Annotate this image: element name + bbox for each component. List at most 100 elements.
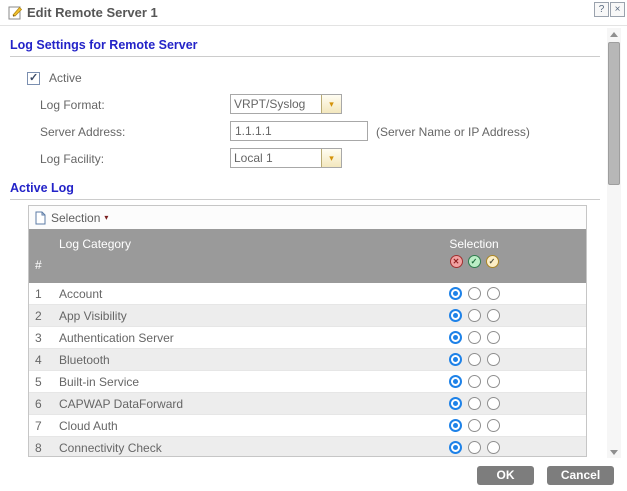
server-address-hint: (Server Name or IP Address) bbox=[376, 125, 530, 139]
log-category-label: Built-in Service bbox=[59, 374, 140, 389]
table-row: 4 Bluetooth bbox=[29, 349, 586, 371]
selection-radio-alert[interactable] bbox=[486, 441, 500, 454]
selection-radio-disable[interactable] bbox=[448, 441, 462, 454]
table-row: 2 App Visibility bbox=[29, 305, 586, 327]
selection-radio-group bbox=[414, 331, 534, 344]
divider bbox=[10, 56, 600, 57]
selection-radio-disable[interactable] bbox=[448, 287, 462, 300]
scroll-down-icon[interactable] bbox=[607, 446, 621, 458]
selection-radio-group bbox=[414, 287, 534, 300]
edit-pencil-icon bbox=[8, 6, 23, 20]
ok-button[interactable]: OK bbox=[477, 466, 534, 485]
selection-radio-enable[interactable] bbox=[467, 287, 481, 300]
table-toolbar: Selection ▾ bbox=[29, 206, 586, 229]
chevron-down-icon[interactable]: ▾ bbox=[321, 95, 341, 113]
selection-radio-alert[interactable] bbox=[486, 309, 500, 322]
log-format-value: VRPT/Syslog bbox=[234, 97, 306, 111]
column-header-selection: Selection bbox=[449, 237, 499, 251]
selection-radio-alert[interactable] bbox=[486, 375, 500, 388]
column-header-number: # bbox=[35, 258, 42, 272]
caret-down-icon[interactable]: ▾ bbox=[104, 213, 108, 222]
log-category-label: Bluetooth bbox=[59, 352, 110, 367]
selection-radio-disable[interactable] bbox=[448, 419, 462, 432]
red-cross-disable-icon[interactable]: ✕ bbox=[449, 255, 463, 268]
table-row: 8 Connectivity Check bbox=[29, 437, 586, 456]
active-label: Active bbox=[49, 71, 82, 85]
log-facility-select[interactable]: Local 1 ▾ bbox=[230, 148, 342, 168]
selection-radio-enable[interactable] bbox=[467, 353, 481, 366]
log-category-label: CAPWAP DataForward bbox=[59, 396, 184, 411]
active-log-heading: Active Log bbox=[10, 181, 74, 195]
checkmark-icon: ✓ bbox=[29, 71, 39, 84]
log-facility-label: Log Facility: bbox=[40, 152, 105, 166]
selection-radio-group bbox=[414, 375, 534, 388]
selection-radio-alert[interactable] bbox=[486, 353, 500, 366]
row-number: 5 bbox=[35, 374, 42, 389]
log-category-label: Connectivity Check bbox=[59, 440, 162, 455]
dialog-titlebar: Edit Remote Server 1 ? × bbox=[0, 0, 627, 26]
selection-radio-disable[interactable] bbox=[448, 397, 462, 410]
selection-radio-group bbox=[414, 419, 534, 432]
document-icon bbox=[35, 211, 46, 224]
selection-radio-disable[interactable] bbox=[448, 309, 462, 322]
log-facility-value: Local 1 bbox=[234, 151, 273, 165]
green-check-enable-icon[interactable]: ✓ bbox=[467, 255, 481, 268]
selection-radio-enable[interactable] bbox=[467, 441, 481, 454]
table-header: Log Category # Selection ✕ ✓ ✓ bbox=[29, 229, 586, 283]
selection-radio-enable[interactable] bbox=[467, 397, 481, 410]
log-format-label: Log Format: bbox=[40, 98, 105, 112]
column-header-category: Log Category bbox=[59, 237, 132, 251]
selection-radio-group bbox=[414, 309, 534, 322]
server-address-input[interactable] bbox=[230, 121, 368, 141]
selection-radio-group bbox=[414, 353, 534, 366]
chevron-down-icon[interactable]: ▾ bbox=[321, 149, 341, 167]
log-category-label: Account bbox=[59, 286, 103, 301]
log-category-rows: 1 Account 2 App Visibility 3 Authenticat… bbox=[29, 283, 586, 456]
selection-menu-button[interactable]: Selection bbox=[51, 211, 100, 225]
selection-radio-group bbox=[414, 441, 534, 454]
active-log-table-panel: Selection ▾ Log Category # Selection ✕ ✓… bbox=[28, 205, 587, 457]
scrollbar-thumb[interactable] bbox=[608, 42, 620, 185]
scroll-up-icon[interactable] bbox=[607, 28, 621, 40]
row-number: 1 bbox=[35, 286, 42, 301]
selection-header-icons: ✕ ✓ ✓ bbox=[414, 255, 534, 268]
row-number: 4 bbox=[35, 352, 42, 367]
yellow-check-alert-icon[interactable]: ✓ bbox=[485, 255, 499, 268]
selection-radio-alert[interactable] bbox=[486, 419, 500, 432]
log-format-select[interactable]: VRPT/Syslog ▾ bbox=[230, 94, 342, 114]
table-row: 3 Authentication Server bbox=[29, 327, 586, 349]
server-address-label: Server Address: bbox=[40, 125, 126, 139]
table-row: 6 CAPWAP DataForward bbox=[29, 393, 586, 415]
log-category-label: App Visibility bbox=[59, 308, 127, 323]
help-button[interactable]: ? bbox=[594, 2, 609, 17]
selection-radio-disable[interactable] bbox=[448, 331, 462, 344]
selection-radio-enable[interactable] bbox=[467, 419, 481, 432]
selection-radio-enable[interactable] bbox=[467, 309, 481, 322]
divider bbox=[10, 199, 600, 200]
selection-radio-disable[interactable] bbox=[448, 375, 462, 388]
row-number: 8 bbox=[35, 440, 42, 455]
log-settings-heading: Log Settings for Remote Server bbox=[10, 38, 198, 52]
row-number: 2 bbox=[35, 308, 42, 323]
active-checkbox-row: ✓ Active bbox=[27, 71, 82, 85]
active-checkbox[interactable]: ✓ bbox=[27, 71, 40, 85]
table-row: 5 Built-in Service bbox=[29, 371, 586, 393]
row-number: 7 bbox=[35, 418, 42, 433]
log-category-label: Cloud Auth bbox=[59, 418, 118, 433]
vertical-scrollbar[interactable] bbox=[607, 28, 621, 458]
selection-radio-disable[interactable] bbox=[448, 353, 462, 366]
table-row: 7 Cloud Auth bbox=[29, 415, 586, 437]
close-icon[interactable]: × bbox=[610, 2, 625, 17]
table-row: 1 Account bbox=[29, 283, 586, 305]
row-number: 3 bbox=[35, 330, 42, 345]
dialog-title: Edit Remote Server 1 bbox=[27, 5, 158, 20]
selection-radio-alert[interactable] bbox=[486, 397, 500, 410]
edit-remote-server-dialog: Edit Remote Server 1 ? × Log Settings fo… bbox=[0, 0, 627, 491]
selection-radio-enable[interactable] bbox=[467, 331, 481, 344]
log-category-label: Authentication Server bbox=[59, 330, 174, 345]
selection-radio-alert[interactable] bbox=[486, 287, 500, 300]
row-number: 6 bbox=[35, 396, 42, 411]
selection-radio-alert[interactable] bbox=[486, 331, 500, 344]
selection-radio-enable[interactable] bbox=[467, 375, 481, 388]
cancel-button[interactable]: Cancel bbox=[547, 466, 614, 485]
